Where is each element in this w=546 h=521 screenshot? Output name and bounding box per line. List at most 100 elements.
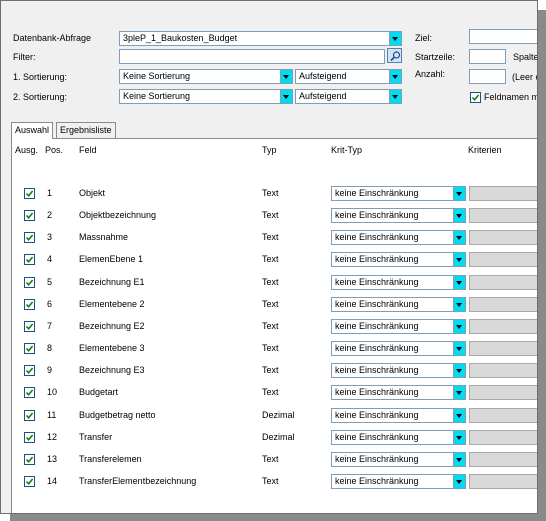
tab-auswahl[interactable]: Auswahl <box>11 122 54 139</box>
krit-typ-select[interactable]: keine Einschränkung <box>331 474 466 489</box>
feld-cell: Elementebene 2 <box>79 299 145 309</box>
sort2-order-select[interactable]: Aufsteigend <box>295 89 402 104</box>
krit-typ-select[interactable]: keine Einschränkung <box>331 452 466 467</box>
sort1-order-select[interactable]: Aufsteigend <box>295 69 402 84</box>
chevron-down-icon[interactable] <box>453 386 465 399</box>
krit-typ-select[interactable]: keine Einschränkung <box>331 385 466 400</box>
sort2-field-select[interactable]: Keine Sortierung <box>119 89 293 104</box>
krit-typ-value: keine Einschränkung <box>335 210 419 220</box>
kriterien-input[interactable] <box>469 275 537 290</box>
kriterien-input[interactable] <box>469 230 537 245</box>
krit-typ-select[interactable]: keine Einschränkung <box>331 430 466 445</box>
table-row: 2 Objektbezeichnung Text keine Einschränkun… <box>12 205 537 227</box>
chevron-down-icon[interactable] <box>453 276 465 289</box>
typ-cell: Text <box>262 454 279 464</box>
pos-cell: 11 <box>47 410 57 420</box>
filter-picker-button[interactable] <box>387 48 402 63</box>
ausgabe-checkbox[interactable] <box>24 387 35 398</box>
krit-typ-value: keine Einschränkung <box>335 387 419 397</box>
krit-typ-select[interactable]: keine Einschränkung <box>331 252 466 267</box>
ausgabe-checkbox[interactable] <box>24 365 35 376</box>
ziel-label: Ziel: <box>415 33 433 43</box>
krit-typ-value: keine Einschränkung <box>335 454 419 464</box>
chevron-down-icon[interactable] <box>453 187 465 200</box>
filter-input[interactable] <box>119 49 385 64</box>
krit-typ-select[interactable]: keine Einschränkung <box>331 275 466 290</box>
chevron-down-icon[interactable] <box>389 90 401 103</box>
tab-ergebnisliste[interactable]: Ergebnisliste <box>56 122 116 138</box>
feldnamen-checkbox[interactable] <box>470 92 481 103</box>
chevron-down-icon[interactable] <box>280 90 292 103</box>
pos-cell: 3 <box>47 232 53 242</box>
krit-typ-select[interactable]: keine Einschränkung <box>331 208 466 223</box>
ausgabe-checkbox[interactable] <box>24 232 35 243</box>
chevron-down-icon[interactable] <box>453 253 465 266</box>
kriterien-input[interactable] <box>469 385 537 400</box>
kriterien-input[interactable] <box>469 208 537 223</box>
ausgabe-checkbox[interactable] <box>24 254 35 265</box>
kriterien-input[interactable] <box>469 452 537 467</box>
ausgabe-checkbox[interactable] <box>24 454 35 465</box>
chevron-down-icon[interactable] <box>280 70 292 83</box>
chevron-down-icon[interactable] <box>453 453 465 466</box>
krit-typ-select[interactable]: keine Einschränkung <box>331 408 466 423</box>
chevron-down-icon[interactable] <box>453 209 465 222</box>
table-row: 3 Massnahme Text keine Einschränkung <box>12 227 537 249</box>
chevron-down-icon[interactable] <box>453 475 465 488</box>
ausgabe-checkbox[interactable] <box>24 410 35 421</box>
ausgabe-checkbox[interactable] <box>24 299 35 310</box>
sort2-order-value: Aufsteigend <box>299 91 347 101</box>
sort1-field-select[interactable]: Keine Sortierung <box>119 69 293 84</box>
checkmark-icon <box>25 301 34 309</box>
ausgabe-checkbox[interactable] <box>24 432 35 443</box>
startzeile-input[interactable] <box>469 49 506 64</box>
ziel-input[interactable] <box>469 29 537 44</box>
krit-typ-select[interactable]: keine Einschränkung <box>331 341 466 356</box>
pos-cell: 6 <box>47 299 53 309</box>
typ-cell: Text <box>262 232 279 242</box>
chevron-down-icon[interactable] <box>453 320 465 333</box>
chevron-down-icon[interactable] <box>453 298 465 311</box>
kriterien-input[interactable] <box>469 474 537 489</box>
chevron-down-icon[interactable] <box>453 409 465 422</box>
kriterien-input[interactable] <box>469 341 537 356</box>
kriterien-input[interactable] <box>469 186 537 201</box>
sort2-label: 2. Sortierung: <box>13 92 68 102</box>
krit-typ-select[interactable]: keine Einschränkung <box>331 186 466 201</box>
krit-typ-select[interactable]: keine Einschränkung <box>331 297 466 312</box>
feld-cell: Objekt <box>79 188 106 198</box>
krit-typ-select[interactable]: keine Einschränkung <box>331 319 466 334</box>
window-shadow-right <box>538 10 546 521</box>
kriterien-input[interactable] <box>469 363 537 378</box>
chevron-down-icon[interactable] <box>389 70 401 83</box>
checkmark-icon <box>25 389 34 397</box>
ausgabe-checkbox[interactable] <box>24 343 35 354</box>
anzahl-input[interactable] <box>469 69 506 84</box>
ausgabe-checkbox[interactable] <box>24 321 35 332</box>
ausgabe-checkbox[interactable] <box>24 277 35 288</box>
kriterien-input[interactable] <box>469 252 537 267</box>
chevron-down-icon[interactable] <box>453 431 465 444</box>
datenbank-select[interactable]: 3pleP_1_Baukosten_Budget <box>119 31 402 46</box>
ausgabe-checkbox[interactable] <box>24 476 35 487</box>
krit-typ-select[interactable]: keine Einschränkung <box>331 230 466 245</box>
chevron-down-icon[interactable] <box>389 32 401 45</box>
startzeile-label: Startzeile: <box>415 52 456 62</box>
chevron-down-icon[interactable] <box>453 364 465 377</box>
chevron-down-icon[interactable] <box>453 342 465 355</box>
feld-cell: Elementebene 3 <box>79 343 145 353</box>
krit-typ-select[interactable]: keine Einschränkung <box>331 363 466 378</box>
table-row: 8 Elementebene 3 Text keine Einschränkung <box>12 338 537 360</box>
kriterien-input[interactable] <box>469 319 537 334</box>
tab-auswahl-label: Auswahl <box>15 125 50 135</box>
chevron-down-icon[interactable] <box>453 231 465 244</box>
kriterien-input[interactable] <box>469 297 537 312</box>
kriterien-input[interactable] <box>469 430 537 445</box>
ausgabe-checkbox[interactable] <box>24 210 35 221</box>
kriterien-input[interactable] <box>469 408 537 423</box>
table-row: 9 Bezeichnung E3 Text keine Einschränkung <box>12 360 537 382</box>
ausgabe-checkbox[interactable] <box>24 188 35 199</box>
krit-typ-value: keine Einschränkung <box>335 476 419 486</box>
table-row: 14 TransferElementbezeichnung Text keine Ei… <box>12 471 537 493</box>
typ-cell: Text <box>262 299 279 309</box>
